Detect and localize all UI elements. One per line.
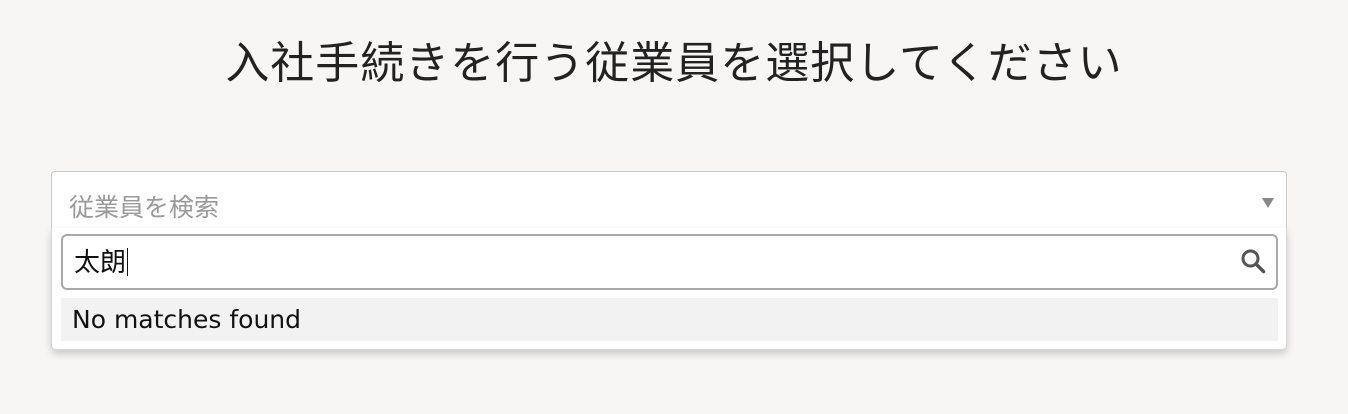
- employee-select-placeholder: 従業員を検索: [69, 193, 220, 222]
- search-input[interactable]: 太朗: [61, 234, 1278, 290]
- search-input-value[interactable]: 太朗: [74, 246, 129, 280]
- page-title: 入社手続きを行う従業員を選択してください: [225, 38, 1123, 89]
- employee-dropdown: 太朗 No matches found: [51, 228, 1287, 350]
- no-matches-message: No matches found: [72, 305, 302, 334]
- text-caret: [127, 248, 129, 276]
- page: 入社手続きを行う従業員を選択してください 従業員を検索 太朗 No matche…: [0, 0, 1348, 414]
- search-icon[interactable]: [1240, 248, 1266, 274]
- caret-down-icon[interactable]: [1262, 198, 1274, 208]
- no-matches-row: No matches found: [61, 298, 1278, 341]
